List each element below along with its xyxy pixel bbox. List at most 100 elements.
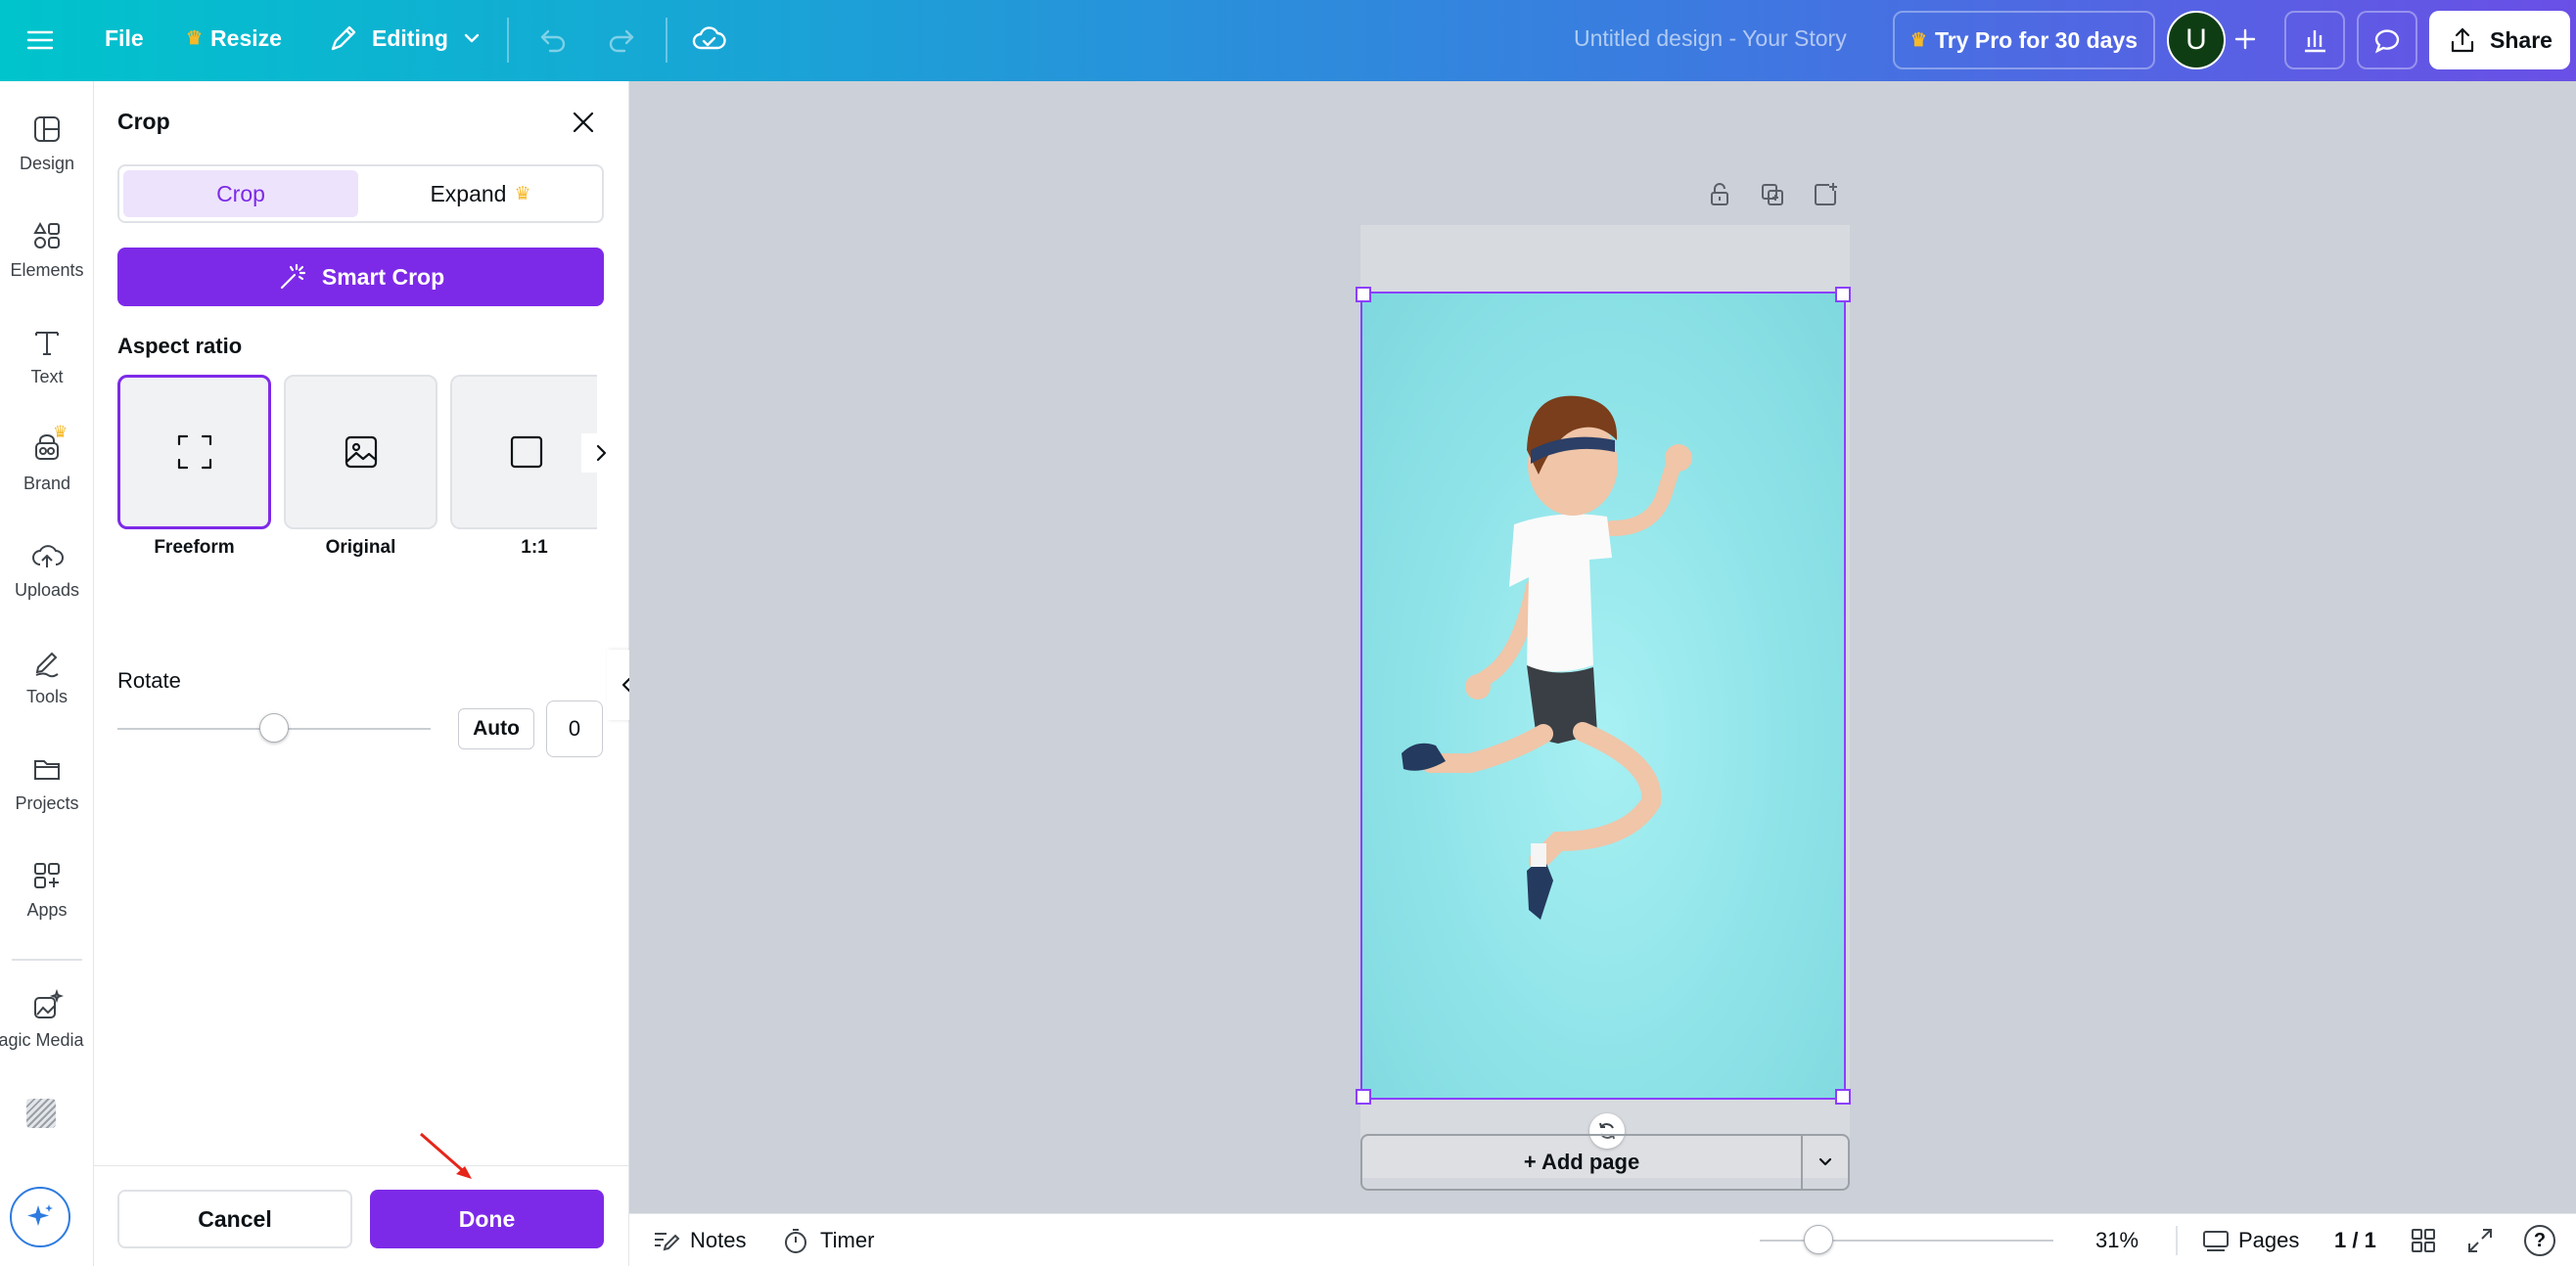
share-icon <box>2447 24 2478 56</box>
red-arrow-annotation <box>413 1128 482 1187</box>
notes-button[interactable]: Notes <box>651 1226 746 1255</box>
insights-button[interactable] <box>2284 11 2345 69</box>
photo-crop-area[interactable] <box>1360 292 1846 1100</box>
rail-item-magic-media[interactable]: agic Media <box>0 989 94 1051</box>
elements-icon <box>30 219 64 252</box>
add-page-button[interactable]: + Add page <box>1362 1136 1801 1189</box>
aspect-option-freeform[interactable] <box>117 375 271 529</box>
editing-label: Editing <box>372 25 448 52</box>
aspect-ratio-heading: Aspect ratio <box>117 334 242 359</box>
crop-handle-top-right[interactable] <box>1835 287 1851 302</box>
bar-chart-icon <box>2299 24 2330 56</box>
crop-handle-bottom-left[interactable] <box>1356 1089 1371 1105</box>
crop-handle-top-left[interactable] <box>1356 287 1371 302</box>
rail-item-uploads[interactable]: Uploads <box>0 539 94 601</box>
rotate-slider[interactable] <box>117 721 431 737</box>
rotate-auto-label: Auto <box>473 717 520 741</box>
cloud-saved-icon[interactable] <box>691 22 726 57</box>
help-label: ? <box>2534 1230 2546 1252</box>
design-title-text: Untitled design - Your Story <box>1574 25 1847 52</box>
zoom-level[interactable]: 31% <box>2095 1228 2139 1253</box>
design-icon <box>30 113 64 146</box>
pages-label: Pages <box>2238 1228 2299 1253</box>
cancel-label: Cancel <box>198 1206 271 1233</box>
pages-icon <box>2201 1226 2231 1255</box>
rail-item-apps[interactable]: Apps <box>0 859 94 921</box>
aspect-label-freeform: Freeform <box>117 537 271 559</box>
apps-grid-icon <box>30 859 64 892</box>
magic-assistant-button[interactable] <box>10 1187 70 1247</box>
zoom-slider[interactable] <box>1760 1233 2053 1248</box>
pages-button[interactable]: Pages <box>2201 1226 2299 1255</box>
add-page-options-button[interactable] <box>1803 1136 1848 1189</box>
aspect-option-square[interactable] <box>450 375 597 529</box>
rail-divider <box>12 959 82 961</box>
zoom-slider-thumb[interactable] <box>1804 1225 1833 1254</box>
crown-icon: ♛ <box>53 423 68 442</box>
grid-view-icon[interactable] <box>2409 1226 2438 1260</box>
done-label: Done <box>459 1206 516 1233</box>
notes-label: Notes <box>690 1228 746 1253</box>
rail-item-text[interactable]: Text <box>0 326 94 387</box>
crop-handle-bottom-right[interactable] <box>1835 1089 1851 1105</box>
rail-item-elements[interactable]: Elements <box>0 219 94 281</box>
design-title[interactable]: Untitled design - Your Story <box>1574 25 1847 52</box>
timer-icon <box>781 1226 810 1255</box>
resize-button[interactable]: ♛ Resize <box>186 25 282 52</box>
share-button[interactable]: Share <box>2429 11 2570 69</box>
rotate-value-input[interactable]: 0 <box>546 701 603 757</box>
comment-icon <box>2371 24 2403 56</box>
toolbar-divider <box>507 18 509 63</box>
rotate-auto-button[interactable]: Auto <box>458 708 534 749</box>
notes-icon <box>651 1226 680 1255</box>
aspect-option-original[interactable] <box>284 375 437 529</box>
rail-item-tools[interactable]: Tools <box>0 646 94 707</box>
done-button[interactable]: Done <box>370 1190 604 1248</box>
rail-item-design[interactable]: Design <box>0 113 94 174</box>
help-button[interactable]: ? <box>2524 1225 2555 1256</box>
smart-crop-button[interactable]: Smart Crop <box>117 248 604 306</box>
smart-crop-label: Smart Crop <box>322 264 444 291</box>
rail-item-label: Design <box>20 154 74 174</box>
rail-item-label: Uploads <box>15 580 79 601</box>
aspect-label-original: Original <box>284 537 437 559</box>
avatar-initial: U <box>2185 23 2207 57</box>
rotate-slider-thumb[interactable] <box>259 713 289 743</box>
chevron-right-icon <box>588 440 614 466</box>
editing-mode-button[interactable]: Editing <box>327 22 483 55</box>
image-icon <box>342 432 381 472</box>
undo-icon[interactable] <box>536 23 570 57</box>
more-apps-icon[interactable] <box>26 1099 56 1128</box>
editor-canvas[interactable]: + Add page <box>629 81 2576 1213</box>
tab-crop-label: Crop <box>216 181 265 207</box>
tab-crop[interactable]: Crop <box>123 170 358 217</box>
crop-panel: Crop Crop Expand♛ Smart Crop Aspect rati… <box>94 81 629 1266</box>
lock-page-icon[interactable] <box>1706 181 1733 213</box>
redo-icon[interactable] <box>605 23 638 57</box>
close-icon[interactable] <box>568 107 599 143</box>
try-pro-button[interactable]: ♛Try Pro for 30 days <box>1893 11 2155 69</box>
add-page-icon[interactable] <box>1812 181 1839 213</box>
avatar[interactable]: U <box>2167 11 2226 69</box>
scroll-right-button[interactable] <box>581 433 621 473</box>
rail-item-projects[interactable]: Projects <box>0 752 94 814</box>
menu-icon[interactable] <box>23 23 57 57</box>
panel-footer-divider <box>94 1165 629 1166</box>
add-collaborator-icon[interactable] <box>2230 23 2261 55</box>
crown-icon: ♛ <box>186 27 203 50</box>
fullscreen-icon[interactable] <box>2465 1226 2495 1260</box>
aspect-label-square: 1:1 <box>450 537 619 559</box>
timer-button[interactable]: Timer <box>781 1226 874 1255</box>
resize-label: Resize <box>210 25 282 52</box>
comments-button[interactable] <box>2357 11 2417 69</box>
timer-label: Timer <box>820 1228 874 1253</box>
upload-cloud-icon <box>30 539 64 572</box>
rail-item-label: Tools <box>26 687 68 707</box>
chevron-down-icon <box>1815 1152 1836 1173</box>
magic-wand-icon <box>277 261 308 293</box>
cancel-button[interactable]: Cancel <box>117 1190 352 1248</box>
duplicate-page-icon[interactable] <box>1759 181 1786 213</box>
rail-item-brand[interactable]: ♛ Brand <box>0 432 94 494</box>
file-menu-button[interactable]: File <box>105 25 144 52</box>
tab-expand[interactable]: Expand♛ <box>362 170 599 217</box>
